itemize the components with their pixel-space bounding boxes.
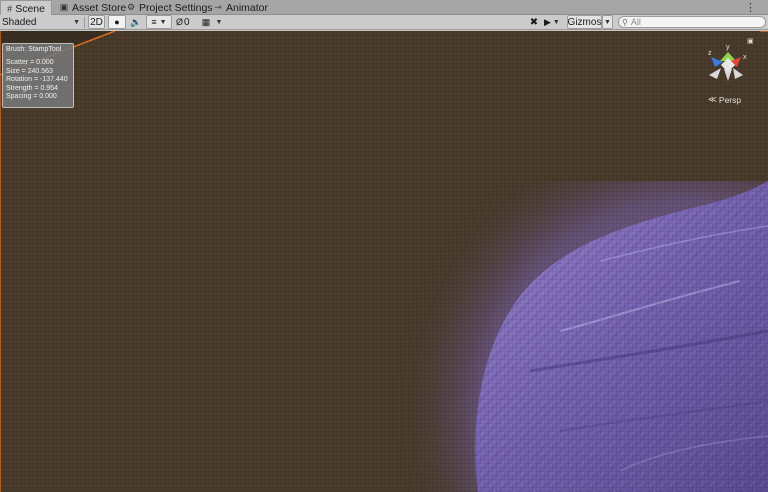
grid-options-dropdown[interactable]: ▼ [214, 15, 224, 29]
camera-icon: ▶ [544, 16, 551, 27]
gizmos-label: Gizmos [567, 16, 602, 28]
shading-mode-dropdown[interactable]: Shaded ▼ [2, 15, 82, 29]
axis-z-cone[interactable] [711, 57, 723, 67]
axis-z-label: z [708, 50, 712, 57]
editor-tab-bar: # Scene ▣ Asset Store ⚙ Project Settings… [0, 0, 768, 16]
brush-strength: Strength = 0.954 [6, 84, 58, 92]
lightbulb-icon: ● [114, 17, 120, 27]
tools-icon: ✖ [529, 16, 539, 28]
tools-button[interactable]: ✖ [527, 15, 541, 29]
effects-dropdown-button[interactable]: ≡ ▼ [146, 15, 172, 29]
search-placeholder: All [630, 17, 641, 27]
ground-grid [0, 31, 768, 492]
brush-size: Size = 240.563 [6, 67, 53, 75]
orientation-gizmo[interactable]: y x z [703, 41, 749, 85]
camera-dropdown-button[interactable]: ▶ ▼ [544, 15, 566, 29]
search-icon: ⚲ [622, 17, 628, 27]
scene-visibility-button[interactable]: Ø 0 [176, 15, 196, 29]
grid-toggle-button[interactable]: ▦ [200, 15, 212, 29]
scene-viewport[interactable]: Brush: StampTool Scatter = 0.000 Size = … [0, 31, 768, 492]
tab-animator-label: Animator [226, 1, 269, 14]
layers-icon: ≡ [151, 17, 157, 27]
shading-mode-value: Shaded [2, 16, 37, 28]
grid-icon: ▦ [201, 16, 211, 27]
brush-title: Brush: StampTool [6, 46, 62, 53]
brush-rotation: Rotation = -137.440 [6, 76, 68, 84]
projection-label: Persp [718, 94, 742, 105]
projection-toggle[interactable]: ≪ Persp [708, 94, 741, 105]
chevron-down-icon: ▼ [159, 18, 167, 26]
toggle-2d-button[interactable]: 2D [88, 15, 105, 29]
toggle-2d-label: 2D [90, 16, 103, 28]
axis-x-label: x [743, 54, 747, 61]
audio-toggle-button[interactable]: 🔈 [128, 15, 144, 29]
search-field[interactable]: ⚲ All [618, 16, 766, 28]
chevron-down-icon: ▼ [215, 18, 223, 26]
tab-asset-store-label: Asset Store [72, 1, 127, 14]
gizmos-button[interactable]: Gizmos [567, 15, 602, 29]
chevron-left-icon: ≪ [708, 94, 717, 104]
tab-scene[interactable]: # Scene [0, 0, 52, 16]
speaker-icon: 🔈 [130, 16, 142, 27]
tab-menu-icon[interactable]: ⋮ [745, 1, 756, 14]
scene-grid-icon: # [7, 3, 13, 14]
store-icon: ▣ [59, 2, 69, 12]
hidden-count: 0 [184, 16, 190, 28]
axis-neg-x-cone[interactable] [709, 68, 721, 79]
tab-project-settings-label: Project Settings [139, 1, 213, 14]
gizmos-dropdown[interactable]: ▼ [602, 15, 613, 29]
chevron-down-icon: ▼ [604, 18, 611, 26]
brush-spacing: Spacing = 0.000 [6, 93, 57, 101]
tab-scene-label: Scene [15, 2, 45, 15]
axis-y-label: y [726, 44, 730, 51]
tab-project-settings[interactable]: ⚙ Project Settings [120, 0, 219, 15]
animator-icon: ⊸ [214, 2, 222, 12]
tab-animator[interactable]: ⊸ Animator [207, 0, 274, 15]
chevron-down-icon: ▼ [73, 18, 80, 26]
brush-info-panel: Brush: StampTool Scatter = 0.000 Size = … [2, 43, 74, 108]
brush-scatter: Scatter = 0.000 [6, 59, 54, 67]
chevron-down-icon: ▼ [552, 18, 560, 26]
eye-hidden-icon: Ø [176, 17, 184, 27]
scene-toolbar: Shaded ▼ 2D ● 🔈 ≡ ▼ Ø 0 ▦ ▼ ✖ ▶ ▼ Gizmos… [0, 15, 768, 30]
lighting-toggle-button[interactable]: ● [108, 15, 126, 29]
axis-neg-z-cone[interactable] [733, 68, 743, 79]
gear-icon: ⚙ [126, 2, 136, 12]
